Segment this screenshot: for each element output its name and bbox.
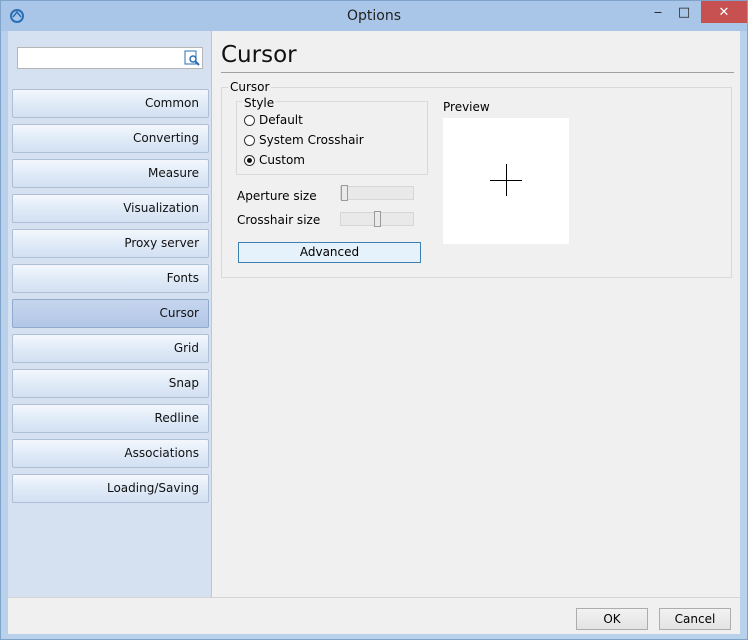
radio-system-crosshair-label: System Crosshair xyxy=(259,133,364,147)
radio-default-label: Default xyxy=(259,113,303,127)
sidebar-item-snap[interactable]: Snap xyxy=(12,369,209,398)
window-title: Options xyxy=(346,8,402,24)
preview-label: Preview xyxy=(443,100,490,114)
page-title: Cursor xyxy=(221,42,297,68)
sidebar-item-fonts[interactable]: Fonts xyxy=(12,264,209,293)
cursor-group-label: Cursor xyxy=(228,80,272,94)
dialog-client: Common Converting Measure Visualization … xyxy=(8,31,740,634)
title-bar[interactable]: Options ‒ □ ✕ xyxy=(1,1,747,31)
advanced-button[interactable]: Advanced xyxy=(238,242,421,263)
sidebar-item-common[interactable]: Common xyxy=(12,89,209,118)
sidebar-item-cursor[interactable]: Cursor xyxy=(12,299,209,328)
sidebar-item-grid[interactable]: Grid xyxy=(12,334,209,363)
crosshair-size-label: Crosshair size xyxy=(237,213,321,227)
style-group-label: Style xyxy=(242,96,277,110)
radio-system-crosshair[interactable]: System Crosshair xyxy=(244,132,364,148)
options-window: Options ‒ □ ✕ Common Converting Measure … xyxy=(0,0,748,640)
sidebar-item-measure[interactable]: Measure xyxy=(12,159,209,188)
radio-custom[interactable]: Custom xyxy=(244,152,305,168)
radio-custom-label: Custom xyxy=(259,153,305,167)
close-button[interactable]: ✕ xyxy=(701,1,747,23)
maximize-button[interactable]: □ xyxy=(671,1,697,23)
aperture-size-slider[interactable] xyxy=(340,185,414,201)
minimize-button[interactable]: ‒ xyxy=(645,1,671,23)
aperture-size-slider-thumb[interactable] xyxy=(341,185,348,201)
radio-custom-circle[interactable] xyxy=(244,154,255,166)
dialog-footer: OK Cancel xyxy=(8,597,740,634)
crosshair-preview-vertical xyxy=(506,164,507,196)
title-divider xyxy=(221,72,734,73)
sidebar-item-visualization[interactable]: Visualization xyxy=(12,194,209,223)
crosshair-size-slider-thumb[interactable] xyxy=(374,211,381,227)
sidebar-item-proxy-server[interactable]: Proxy server xyxy=(12,229,209,258)
sidebar: Common Converting Measure Visualization … xyxy=(8,31,212,597)
sidebar-item-loading-saving[interactable]: Loading/Saving xyxy=(12,474,209,503)
cancel-button[interactable]: Cancel xyxy=(659,608,731,630)
aperture-size-label: Aperture size xyxy=(237,189,317,203)
sidebar-item-redline[interactable]: Redline xyxy=(12,404,209,433)
sidebar-item-converting[interactable]: Converting xyxy=(12,124,209,153)
cursor-settings-panel: Cursor Cursor Style Default System Cross… xyxy=(212,31,740,597)
cursor-preview xyxy=(443,118,569,244)
search-icon[interactable] xyxy=(184,50,200,66)
radio-default-circle[interactable] xyxy=(244,114,255,126)
ok-button[interactable]: OK xyxy=(576,608,648,630)
crosshair-size-slider[interactable] xyxy=(340,211,414,227)
radio-default[interactable]: Default xyxy=(244,112,303,128)
sidebar-item-associations[interactable]: Associations xyxy=(12,439,209,468)
radio-system-crosshair-circle[interactable] xyxy=(244,134,255,146)
search-input[interactable] xyxy=(17,47,203,69)
